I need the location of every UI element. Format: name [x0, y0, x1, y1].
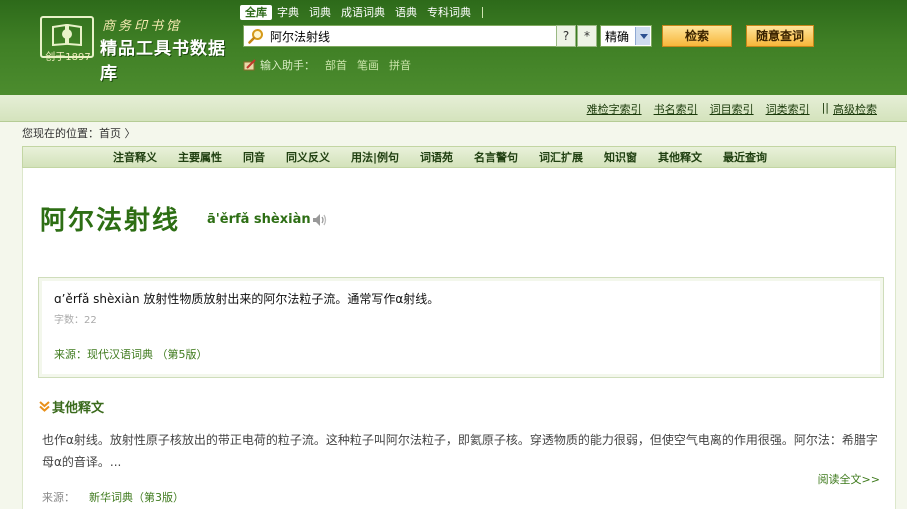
breadcrumb-home[interactable]: 首页: [99, 127, 121, 140]
tab-all[interactable]: 全库: [240, 4, 272, 20]
logo-title: 精品工具书数据库: [100, 39, 226, 84]
logo-publisher: 商务印书馆: [102, 19, 183, 34]
source-label: 来源：: [42, 491, 75, 504]
search-box: [243, 25, 558, 47]
index-link-entries[interactable]: 词目索引: [710, 101, 754, 117]
search-input[interactable]: [264, 27, 557, 45]
tab-zidian[interactable]: 字典: [272, 5, 304, 20]
entry-word: 阿尔法射线: [40, 206, 181, 236]
breadcrumb: 您现在的位置：首页 〉: [22, 125, 136, 141]
cat-knowledge[interactable]: 知识窗: [604, 149, 637, 165]
cat-quotes[interactable]: 名言警句: [474, 149, 518, 165]
definition-box: ɑ’ěrfǎ shèxiàn 放射性物质放射出来的阿尔法粒子流。通常写作α射线。…: [38, 277, 884, 378]
divider: [482, 6, 483, 18]
breadcrumb-prefix: 您现在的位置：: [22, 127, 99, 140]
search-icon: [248, 29, 263, 44]
double-chevron-down-icon: [39, 401, 50, 412]
helper-stroke-link[interactable]: 笔画: [357, 57, 379, 73]
chevron-down-icon: [635, 27, 650, 45]
char-count: 字数：22: [54, 315, 97, 326]
scope-tabs: 全库 字典 词典 成语词典 语典 专科词典: [240, 4, 483, 20]
tab-idiom[interactable]: 成语词典: [336, 5, 390, 20]
index-link-difficult-chars[interactable]: 难检字索引: [587, 101, 642, 117]
cat-homophones[interactable]: 同音: [243, 149, 265, 165]
cat-word-garden[interactable]: 词语苑: [420, 149, 453, 165]
divider: ||: [821, 101, 829, 114]
cat-usage[interactable]: 用法|例句: [351, 149, 399, 165]
helper-pinyin-link[interactable]: 拼音: [389, 57, 411, 73]
tab-special[interactable]: 专科词典: [422, 5, 476, 20]
breadcrumb-arrow-icon: 〉: [124, 127, 136, 140]
advanced-search-link[interactable]: 高级检索: [833, 101, 877, 117]
other-definitions-heading: 其他释文: [39, 397, 104, 416]
definition-text: ɑ’ěrfǎ shèxiàn 放射性物质放射出来的阿尔法粒子流。通常写作α射线。: [54, 292, 440, 306]
cat-pronunciation[interactable]: 注音释义: [113, 149, 157, 165]
entry-pinyin: ā'ěrfǎ shèxiàn: [207, 212, 311, 227]
cat-recent[interactable]: 最近查询: [723, 149, 767, 165]
logo-founded: 创于1897: [45, 52, 91, 63]
wildcard-question-button[interactable]: ?: [556, 25, 576, 47]
pencil-icon: [243, 59, 256, 71]
cat-vocab-extension[interactable]: 词汇扩展: [539, 149, 583, 165]
input-helper: 输入助手： 部首 笔画 拼音: [243, 57, 411, 73]
cat-synonyms[interactable]: 同义反义: [286, 149, 330, 165]
search-button[interactable]: 检索: [662, 25, 732, 47]
match-mode-select[interactable]: 精确: [600, 25, 652, 47]
speaker-icon[interactable]: [312, 213, 328, 227]
site-logo[interactable]: 创于1897 商务印书馆 精品工具书数据库: [40, 14, 235, 84]
main-content: 阿尔法射线 ā'ěrfǎ shèxiàn ɑ’ěrfǎ shèxiàn 放射性物…: [22, 168, 896, 509]
tab-yudian[interactable]: 语典: [390, 5, 422, 20]
other-definitions-title: 其他释文: [52, 401, 105, 416]
match-mode-value: 精确: [605, 29, 630, 44]
random-word-button[interactable]: 随意查词: [746, 25, 814, 47]
cat-other-definitions[interactable]: 其他释文: [658, 149, 702, 165]
index-link-word-class[interactable]: 词类索引: [766, 101, 810, 117]
category-nav: 注音释义 主要属性 同音 同义反义 用法|例句 词语苑 名言警句 词汇扩展 知识…: [22, 146, 896, 168]
helper-radical-link[interactable]: 部首: [325, 57, 347, 73]
header: 创于1897 商务印书馆 精品工具书数据库 全库 字典 词典 成语词典 语典 专…: [0, 0, 907, 95]
read-more-link[interactable]: 阅读全文>>: [818, 471, 880, 487]
tab-cidian[interactable]: 词典: [304, 5, 336, 20]
other-definitions-source: 来源： 新华词典（第3版）: [42, 489, 184, 505]
index-link-books[interactable]: 书名索引: [654, 101, 698, 117]
other-definitions-text: 也作α射线。放射性原子核放出的带正电荷的粒子流。这种粒子叫阿尔法粒子，即氦原子核…: [42, 433, 878, 469]
source-book-link[interactable]: 新华词典（第3版）: [89, 491, 184, 504]
index-bar: 难检字索引 书名索引 词目索引 词类索引 || 高级检索: [0, 95, 907, 122]
helper-label: 输入助手：: [260, 59, 315, 72]
cat-attributes[interactable]: 主要属性: [178, 149, 222, 165]
wildcard-star-button[interactable]: *: [577, 25, 597, 47]
definition-source[interactable]: 来源：现代汉语词典 （第5版）: [54, 346, 208, 362]
index-links: 难检字索引 书名索引 词目索引 词类索引 || 高级检索: [575, 101, 877, 117]
